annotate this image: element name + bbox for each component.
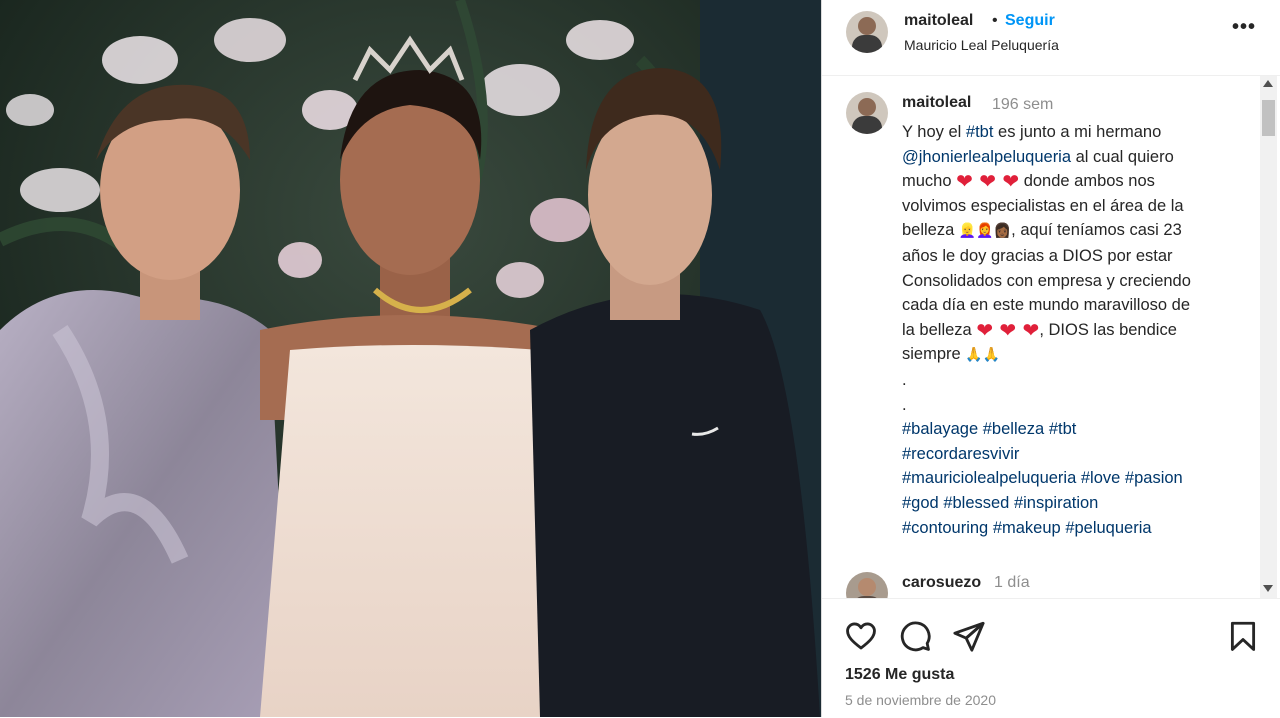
hashtag-link[interactable]: #belleza [983, 420, 1044, 438]
avatar[interactable] [846, 11, 888, 53]
hearts-emoji: ❤ ❤ ❤ [956, 169, 1020, 194]
hashtag-row: #contouring #makeup #peluqueria [902, 516, 1242, 541]
hashtag-link[interactable]: #tbt [1049, 420, 1077, 438]
location-link[interactable]: Mauricio Leal Peluquería [904, 37, 1059, 53]
hashtag-link[interactable]: #makeup [993, 519, 1061, 537]
caption-dot: . [902, 395, 907, 414]
hashtag-link[interactable]: #peluqueria [1065, 519, 1151, 537]
caption-fragment: Y hoy el [902, 123, 966, 141]
caption-line: mucho ❤ ❤ ❤ donde ambos nos [902, 169, 1242, 194]
hashtag-link[interactable]: #love [1081, 469, 1120, 487]
caption-line: Consolidados con empresa y creciendo [902, 271, 1191, 290]
caption-fragment: , DIOS las bendice [1039, 320, 1177, 339]
comment-time[interactable]: 1 día [994, 574, 1030, 592]
bookmark-icon[interactable] [1226, 619, 1260, 653]
pray-emoji: 🙏🙏 [965, 347, 1001, 364]
post-header: maitoleal • Seguir Mauricio Leal Peluque… [822, 0, 1280, 76]
caption-fragment: , aquí teníamos casi 23 [1011, 221, 1182, 240]
avatar-body [852, 116, 882, 134]
comment-username[interactable]: carosuezo [902, 574, 981, 592]
hashtag-link[interactable]: #balayage [902, 420, 978, 438]
caption-line: la belleza ❤ ❤ ❤, DIOS las bendice [902, 318, 1242, 343]
hashtag-row: #recordaresvivir [902, 442, 1242, 467]
caption-line: Y hoy el #tbt es junto a mi hermano [902, 120, 1242, 145]
scroll-thumb[interactable] [1262, 100, 1275, 136]
post-photo[interactable] [0, 0, 821, 717]
scroll-down-arrow-icon[interactable] [1263, 585, 1273, 592]
caption-line: años le doy gracias a DIOS por estar [902, 246, 1173, 265]
hashtag-link[interactable]: #inspiration [1014, 494, 1098, 512]
caption-time[interactable]: 196 sem [992, 96, 1053, 114]
hearts-emoji: ❤ ❤ ❤ [976, 317, 1040, 342]
caption-text: Y hoy el #tbt es junto a mi hermano @jho… [902, 120, 1242, 540]
separator-dot: • [992, 12, 998, 29]
share-icon[interactable] [952, 619, 986, 653]
avatar-body [852, 35, 882, 53]
avatar-face [858, 578, 876, 596]
post-date[interactable]: 5 de noviembre de 2020 [845, 692, 996, 708]
photo-illustration [0, 0, 821, 717]
likes-count[interactable]: 1526 Me gusta [845, 666, 954, 684]
avatar-face [858, 17, 876, 35]
women-emoji: 👱‍♀️👩‍🦰👩🏾 [958, 223, 1012, 240]
caption-dot: . [902, 370, 907, 389]
comments-scrollbar[interactable] [1260, 76, 1277, 598]
follow-button[interactable]: Seguir [1005, 12, 1055, 30]
comments-section[interactable]: maitoleal 196 sem Y hoy el #tbt es junto… [822, 76, 1280, 598]
post-panel: maitoleal • Seguir Mauricio Leal Peluque… [821, 0, 1280, 717]
post-username[interactable]: maitoleal [904, 12, 973, 30]
caption-avatar[interactable] [846, 92, 888, 134]
caption-fragment: es junto a mi hermano [993, 123, 1162, 141]
caption-fragment: mucho [902, 172, 957, 191]
hashtag-link[interactable]: #contouring [902, 519, 988, 537]
caption-username[interactable]: maitoleal [902, 94, 971, 112]
caption-fragment: donde ambos nos [1019, 172, 1155, 191]
caption-fragment: belleza [902, 221, 959, 240]
heart-icon[interactable] [844, 619, 878, 653]
caption-fragment: siempre [902, 345, 966, 364]
hashtag-link[interactable]: #blessed [943, 494, 1009, 512]
caption-line: cada día en este mundo maravilloso de [902, 296, 1191, 315]
caption-line: @jhonierlealpeluqueria al cual quiero [902, 145, 1242, 170]
more-options-icon[interactable]: ••• [1232, 16, 1256, 39]
hashtag-row: #mauriciolealpeluqueria #love #pasion [902, 466, 1242, 491]
comment-avatar[interactable] [846, 572, 888, 598]
scroll-up-arrow-icon[interactable] [1263, 80, 1273, 87]
hashtag-link[interactable]: #god [902, 494, 939, 512]
caption-line: belleza 👱‍♀️👩‍🦰👩🏾, aquí teníamos casi 23 [902, 218, 1242, 244]
hashtag-link[interactable]: #pasion [1125, 469, 1183, 487]
hashtag-row: #balayage #belleza #tbt [902, 417, 1242, 442]
comment-icon[interactable] [898, 619, 932, 653]
caption-fragment: al cual quiero [1071, 147, 1174, 166]
hashtag-link[interactable]: #recordaresvivir [902, 445, 1019, 463]
caption-line: volvimos especialistas en el área de la [902, 196, 1184, 215]
hashtag-link[interactable]: #mauriciolealpeluqueria [902, 469, 1076, 487]
caption-fragment: la belleza [902, 320, 977, 339]
hashtag-row: #god #blessed #inspiration [902, 491, 1242, 516]
caption-line: siempre 🙏🙏 [902, 342, 1242, 368]
mention-link[interactable]: @jhonierlealpeluqueria [902, 148, 1071, 166]
hashtag-link[interactable]: #tbt [966, 123, 994, 141]
avatar-face [858, 98, 876, 116]
